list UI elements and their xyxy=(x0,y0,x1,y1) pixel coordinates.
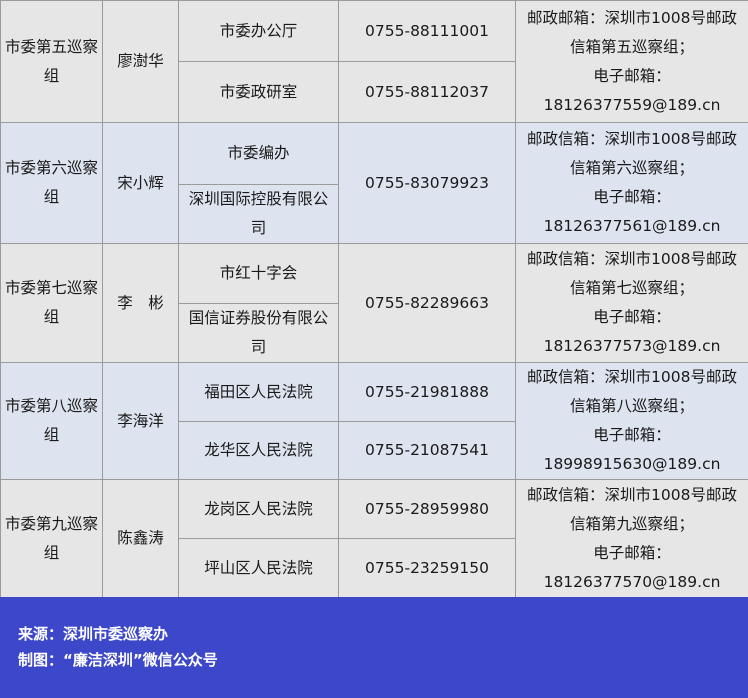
graphic-credit: 制图：“廉洁深圳”微信公众号 xyxy=(18,651,218,669)
table-row: 市委第八巡察组 李海洋 福田区人民法院 0755-21981888 邮政信箱：深… xyxy=(0,362,748,480)
group-leader: 廖澍华 xyxy=(102,0,179,123)
email-address: 18126377573@189.cn xyxy=(543,337,721,355)
email-address: 18126377570@189.cn xyxy=(543,572,721,591)
email-address: 18126377561@189.cn xyxy=(543,217,721,235)
group-name: 市委第九巡察组 xyxy=(5,514,99,562)
postal-mailbox-line-1: 邮政信箱：深圳市1008号邮政 xyxy=(527,368,737,386)
unit-name: 深圳国际控股有限公司 xyxy=(178,184,339,244)
postal-mailbox-line-1: 邮政信箱：深圳市1008号邮政 xyxy=(527,485,737,504)
unit-name: 龙华区人民法院 xyxy=(178,421,339,480)
unit-name: 市红十字会 xyxy=(178,243,339,304)
group-name: 市委第八巡察组 xyxy=(5,397,99,444)
contact-cell: 邮政信箱：深圳市1008号邮政 信箱第六巡察组； 电子邮箱： 181263775… xyxy=(515,122,748,244)
email-label: 电子邮箱： xyxy=(593,66,671,85)
phone-number: 0755-88112037 xyxy=(338,61,516,123)
phone-number: 0755-82289663 xyxy=(338,243,516,363)
email-address: 18998915630@189.cn xyxy=(543,455,721,473)
unit-name: 市委办公厅 xyxy=(178,0,339,62)
phone-number: 0755-88111001 xyxy=(338,0,516,62)
email-label: 电子邮箱： xyxy=(593,426,671,444)
footer-banner: 来源：深圳市委巡察办 制图：“廉洁深圳”微信公众号 xyxy=(0,597,748,698)
group-name-cell: 市委第八巡察组 xyxy=(0,362,103,480)
table-row: 市委第五巡察组 廖澍华 市委办公厅 0755-88111001 邮政邮箱：深圳市… xyxy=(0,0,748,123)
postal-mailbox-line-2: 信箱第五巡察组； xyxy=(569,37,694,56)
inspection-groups-table: 市委第五巡察组 廖澍华 市委办公厅 0755-88111001 邮政邮箱：深圳市… xyxy=(0,0,748,598)
unit-name: 市委政研室 xyxy=(178,61,339,123)
group-name-cell: 市委第七巡察组 xyxy=(0,243,103,363)
phone-number: 0755-83079923 xyxy=(338,122,516,244)
postal-mailbox-line-2: 信箱第九巡察组； xyxy=(569,514,694,533)
source-credit: 来源：深圳市委巡察办 xyxy=(18,625,169,643)
phone-number: 0755-28959980 xyxy=(338,479,516,539)
contact-cell: 邮政信箱：深圳市1008号邮政 信箱第八巡察组； 电子邮箱： 189989156… xyxy=(515,362,748,480)
postal-mailbox-line-2: 信箱第七巡察组； xyxy=(569,279,694,297)
email-label: 电子邮箱： xyxy=(593,188,671,206)
phone-number: 0755-21981888 xyxy=(338,362,516,422)
phone-number: 0755-23259150 xyxy=(338,538,516,598)
postal-mailbox-line-1: 邮政信箱：深圳市1008号邮政 xyxy=(527,130,737,148)
unit-name: 市委编办 xyxy=(178,122,339,185)
unit-name: 国信证券股份有限公司 xyxy=(178,303,339,363)
table-row: 市委第九巡察组 陈鑫涛 龙岗区人民法院 0755-28959980 邮政信箱：深… xyxy=(0,479,748,598)
table-row: 市委第七巡察组 李 彬 市红十字会 0755-82289663 邮政信箱：深圳市… xyxy=(0,243,748,363)
group-leader: 李 彬 xyxy=(102,243,179,363)
postal-mailbox-line-1: 邮政邮箱：深圳市1008号邮政 xyxy=(527,8,737,27)
group-name: 市委第六巡察组 xyxy=(5,159,99,206)
email-label: 电子邮箱： xyxy=(593,543,671,562)
contact-cell: 邮政邮箱：深圳市1008号邮政 信箱第五巡察组； 电子邮箱： 181263775… xyxy=(515,0,748,123)
phone-number: 0755-21087541 xyxy=(338,421,516,480)
postal-mailbox-line-2: 信箱第八巡察组； xyxy=(569,397,694,415)
group-name-cell: 市委第六巡察组 xyxy=(0,122,103,244)
page: 市委第五巡察组 廖澍华 市委办公厅 0755-88111001 邮政邮箱：深圳市… xyxy=(0,0,748,698)
group-name: 市委第七巡察组 xyxy=(5,279,99,326)
unit-name: 龙岗区人民法院 xyxy=(178,479,339,539)
group-leader: 陈鑫涛 xyxy=(102,479,179,598)
postal-mailbox-line-1: 邮政信箱：深圳市1008号邮政 xyxy=(527,250,737,268)
group-name-cell: 市委第五巡察组 xyxy=(0,0,103,123)
group-name-cell: 市委第九巡察组 xyxy=(0,479,103,598)
group-leader: 宋小辉 xyxy=(102,122,179,244)
group-name: 市委第五巡察组 xyxy=(5,37,99,85)
postal-mailbox-line-2: 信箱第六巡察组； xyxy=(569,159,694,177)
email-address: 18126377559@189.cn xyxy=(543,95,721,114)
table-row: 市委第六巡察组 宋小辉 市委编办 0755-83079923 邮政信箱：深圳市1… xyxy=(0,122,748,244)
group-leader: 李海洋 xyxy=(102,362,179,480)
email-label: 电子邮箱： xyxy=(593,308,671,326)
contact-cell: 邮政信箱：深圳市1008号邮政 信箱第九巡察组； 电子邮箱： 181263775… xyxy=(515,479,748,598)
contact-cell: 邮政信箱：深圳市1008号邮政 信箱第七巡察组； 电子邮箱： 181263775… xyxy=(515,243,748,363)
unit-name: 坪山区人民法院 xyxy=(178,538,339,598)
unit-name: 福田区人民法院 xyxy=(178,362,339,422)
